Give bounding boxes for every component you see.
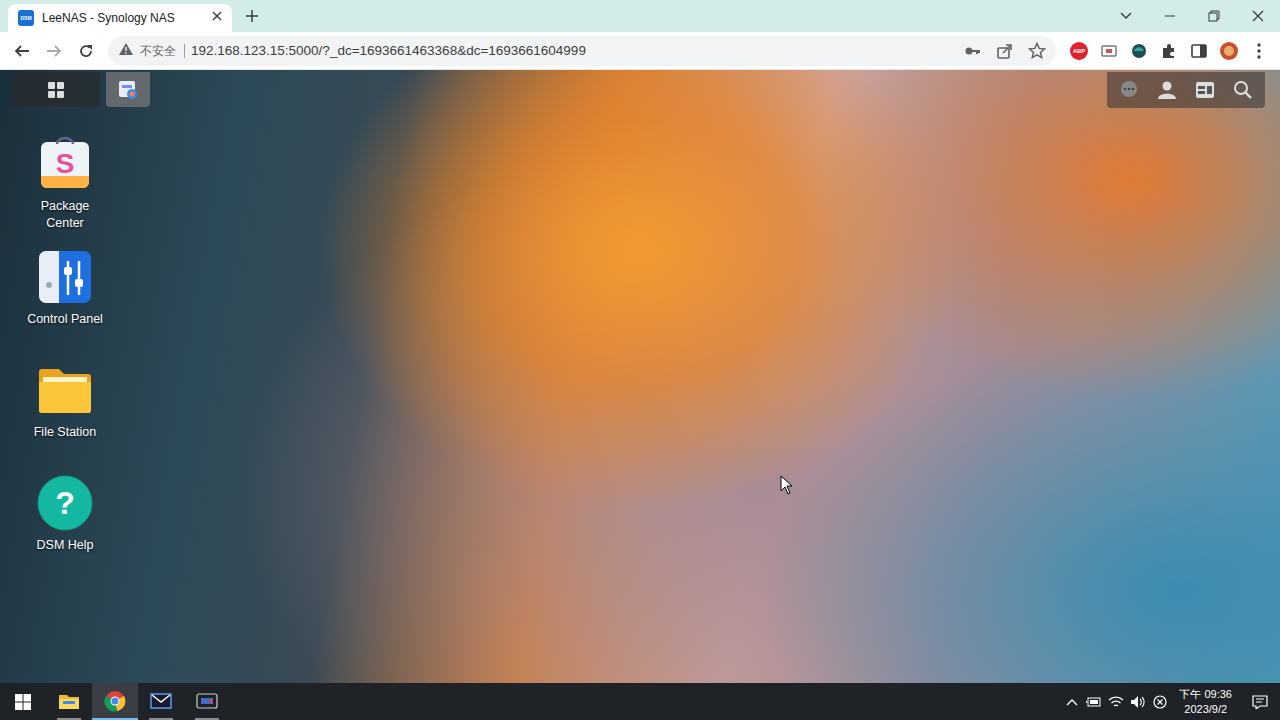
forward-icon[interactable]	[40, 37, 68, 65]
app-window-button[interactable]	[106, 72, 150, 107]
reload-icon[interactable]	[72, 37, 100, 65]
mail-taskbar-button[interactable]	[138, 683, 184, 720]
package-letter: S	[56, 150, 75, 178]
tab-search-icon[interactable]	[1104, 0, 1148, 32]
search-icon[interactable]	[1227, 74, 1259, 106]
clock-date: 2023/9/2	[1179, 702, 1232, 717]
control-app-icon	[37, 249, 93, 305]
minimize-icon[interactable]	[1148, 0, 1192, 32]
shortcut-label[interactable]: Package Center	[21, 198, 109, 232]
browser-tab[interactable]: DSM LeeNAS - Synology NAS	[8, 4, 232, 32]
back-icon[interactable]	[8, 37, 36, 65]
dsm-favicon-icon: DSM	[18, 10, 34, 26]
main-menu-button[interactable]	[12, 72, 100, 107]
shortcut-label[interactable]: Control Panel	[21, 311, 109, 328]
show-hidden-icons-icon[interactable]	[1061, 683, 1083, 720]
desktop-shortcut[interactable]: File Station	[20, 362, 110, 475]
chat-icon[interactable]	[1113, 74, 1145, 106]
security-label[interactable]: 不安全	[140, 44, 185, 58]
tab-strip: DSM LeeNAS - Synology NAS	[0, 0, 1280, 32]
package-center-small-icon	[117, 79, 139, 101]
cast-extension-icon[interactable]	[1096, 38, 1122, 64]
system-tray: 下午 09:362023/9/2	[1061, 683, 1280, 720]
package-app-icon: S	[37, 136, 93, 192]
shortcut-label[interactable]: DSM Help	[21, 537, 109, 554]
profile-avatar-icon[interactable]	[1216, 38, 1242, 64]
url-text[interactable]: 192.168.123.15:5000/?_dc=1693661463368&d…	[191, 43, 954, 58]
desktop-icons: S Package Center Control Panel File Station…	[20, 136, 110, 588]
chrome-taskbar-button[interactable]	[92, 683, 138, 720]
shortcut-label[interactable]: File Station	[21, 424, 109, 441]
share-icon[interactable]	[992, 38, 1018, 64]
notification-center-icon[interactable]	[1240, 683, 1280, 720]
window-controls	[1104, 0, 1280, 32]
desktop-shortcut[interactable]: ? DSM Help	[20, 475, 110, 588]
side-panel-icon[interactable]	[1186, 38, 1212, 64]
remote-icon	[196, 692, 218, 710]
widgets-icon[interactable]	[1189, 74, 1221, 106]
remote-taskbar-button[interactable]	[184, 683, 230, 720]
clock-time: 下午 09:36	[1179, 687, 1232, 702]
adblock-icon: ABP	[1070, 42, 1088, 60]
dsm-desktop: S Package Center Control Panel File Station…	[0, 70, 1280, 683]
new-tab-icon[interactable]	[238, 2, 266, 30]
battery-icon[interactable]	[1083, 683, 1105, 720]
extensions-puzzle-icon[interactable]	[1156, 38, 1182, 64]
mouse-cursor-icon	[780, 475, 794, 499]
dsm-top-right-toolbar	[1107, 72, 1265, 108]
tab-title: LeeNAS - Synology NAS	[42, 11, 202, 25]
globe-extension-icon[interactable]	[1126, 38, 1152, 64]
help-glyph: ?	[55, 487, 75, 519]
mail-icon	[150, 692, 172, 710]
close-tab-icon[interactable]	[210, 9, 224, 27]
bookmark-star-icon[interactable]	[1024, 38, 1050, 64]
desktop-shortcut[interactable]: S Package Center	[20, 136, 110, 249]
explorer-icon	[58, 692, 80, 710]
status-error-icon[interactable]	[1149, 683, 1171, 720]
warning-icon	[118, 42, 134, 60]
grid-icon	[47, 81, 65, 99]
windows-start-icon[interactable]	[0, 683, 46, 720]
help-app-icon: ?	[37, 475, 93, 531]
folder-app-icon	[37, 362, 93, 418]
menu-dots-icon[interactable]	[1246, 38, 1272, 64]
wifi-icon[interactable]	[1105, 683, 1127, 720]
key-icon[interactable]	[960, 38, 986, 64]
browser-toolbar: 不安全 192.168.123.15:5000/?_dc=169366146336…	[0, 32, 1280, 70]
adblock-extension[interactable]: ABP	[1066, 38, 1092, 64]
explorer-taskbar-button[interactable]	[46, 683, 92, 720]
restore-icon[interactable]	[1192, 0, 1236, 32]
chrome-icon	[104, 690, 126, 712]
desktop-shortcut[interactable]: Control Panel	[20, 249, 110, 362]
close-window-icon[interactable]	[1236, 0, 1280, 32]
user-icon[interactable]	[1151, 74, 1183, 106]
clock[interactable]: 下午 09:362023/9/2	[1171, 687, 1240, 717]
windows-taskbar: 下午 09:362023/9/2	[0, 683, 1280, 720]
volume-icon[interactable]	[1127, 683, 1149, 720]
address-bar[interactable]: 不安全 192.168.123.15:5000/?_dc=169366146336…	[108, 36, 1056, 66]
dsm-taskbar	[12, 72, 150, 107]
